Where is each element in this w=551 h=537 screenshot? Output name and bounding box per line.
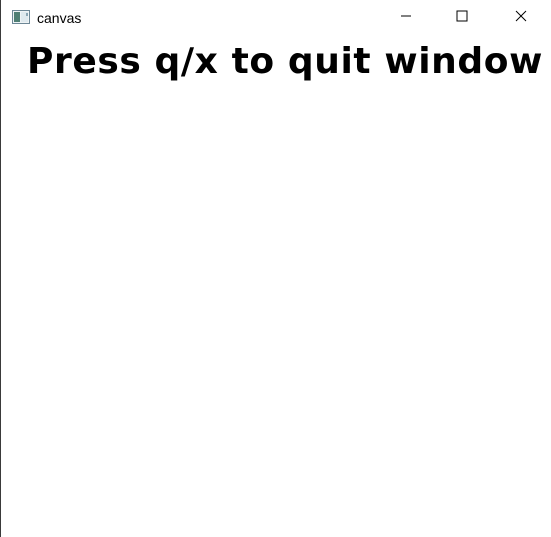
minimize-icon	[400, 9, 412, 27]
maximize-icon	[456, 9, 468, 27]
window-title: canvas	[37, 10, 82, 26]
title-bar[interactable]: canvas	[1, 0, 551, 36]
canvas-instruction-text: Press q/x to quit window	[27, 41, 543, 82]
close-icon	[515, 9, 527, 27]
drawing-canvas[interactable]: Press q/x to quit window	[1, 36, 551, 537]
app-window: canvas Press q/x to quit window	[0, 0, 551, 537]
minimize-button[interactable]	[383, 0, 429, 36]
maximize-button[interactable]	[439, 0, 485, 36]
close-button[interactable]	[498, 0, 544, 36]
app-icon	[12, 10, 30, 24]
